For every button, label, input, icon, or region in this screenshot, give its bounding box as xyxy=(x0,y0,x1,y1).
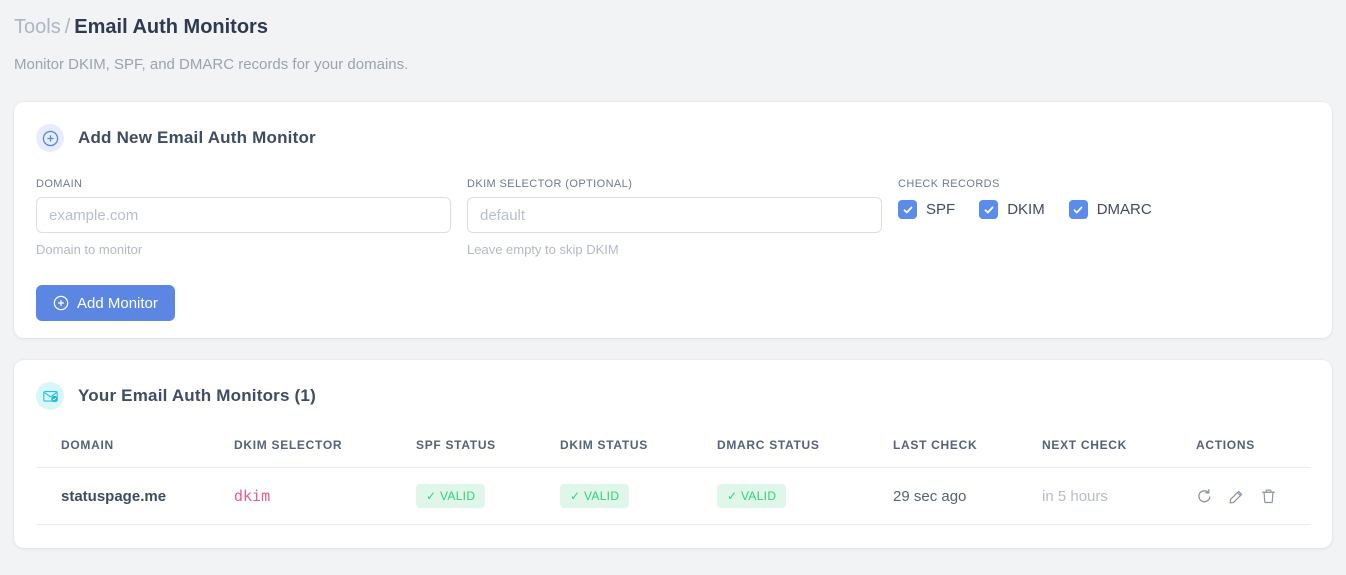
dmarc-checkbox-item[interactable]: DMARC xyxy=(1068,200,1152,219)
add-monitor-card-header: Add New Email Auth Monitor xyxy=(36,124,1310,152)
dmarc-status-badge: ✓ VALID xyxy=(717,484,787,508)
dkim-checkbox-item[interactable]: DKIM xyxy=(979,200,1045,219)
check-records-group: CHECK RECORDS SPF DKIM DMARC xyxy=(898,178,1310,257)
dkim-selector-field-label: DKIM SELECTOR (OPTIONAL) xyxy=(467,178,633,190)
monitors-card-title: Your Email Auth Monitors (1) xyxy=(78,386,316,405)
spf-checkbox-label: SPF xyxy=(926,201,956,218)
col-header-domain: DOMAIN xyxy=(36,430,234,468)
check-records-label: CHECK RECORDS xyxy=(898,178,1000,190)
monitor-row: statuspage.me dkim ✓ VALID ✓ VALID ✓ VAL… xyxy=(36,467,1310,525)
page-subtitle: Monitor DKIM, SPF, and DMARC records for… xyxy=(14,56,409,73)
col-header-actions: ACTIONS xyxy=(1196,430,1310,468)
dkim-status-badge: ✓ VALID xyxy=(560,484,630,508)
breadcrumb-tools-link[interactable]: Tools xyxy=(14,16,61,38)
monitor-actions xyxy=(1196,488,1302,505)
plus-circle-icon xyxy=(53,295,69,311)
refresh-icon[interactable] xyxy=(1196,488,1213,505)
delete-icon[interactable] xyxy=(1260,488,1277,505)
spf-status-badge: ✓ VALID xyxy=(416,484,486,508)
domain-field-label: DOMAIN xyxy=(36,178,83,190)
spf-checkbox-item[interactable]: SPF xyxy=(898,200,955,219)
monitors-card: Your Email Auth Monitors (1) DOMAIN DKIM… xyxy=(14,360,1332,548)
dmarc-checkbox-label: DMARC xyxy=(1096,201,1152,218)
add-monitor-card-title: Add New Email Auth Monitor xyxy=(78,128,316,147)
add-monitor-form: DOMAIN Domain to monitor DKIM SELECTOR (… xyxy=(36,178,1310,257)
col-header-dkim-selector: DKIM SELECTOR xyxy=(234,430,416,468)
add-monitor-button-label: Add Monitor xyxy=(77,294,158,312)
breadcrumb: Tools / Email Auth Monitors xyxy=(14,14,1332,40)
add-monitor-card: Add New Email Auth Monitor DOMAIN Domain… xyxy=(14,102,1332,338)
dkim-checkbox-label: DKIM xyxy=(1007,201,1045,218)
monitor-domain: statuspage.me xyxy=(36,467,234,525)
domain-input[interactable] xyxy=(36,197,451,233)
add-monitor-button[interactable]: Add Monitor xyxy=(36,285,175,321)
plus-circle-icon xyxy=(36,124,64,152)
page-title: Email Auth Monitors xyxy=(74,16,268,38)
monitors-table: DOMAIN DKIM SELECTOR SPF STATUS DKIM STA… xyxy=(36,430,1310,525)
dkim-checkbox[interactable] xyxy=(979,200,999,219)
monitors-card-header: Your Email Auth Monitors (1) xyxy=(36,382,1310,410)
domain-field-group: DOMAIN Domain to monitor xyxy=(36,178,451,257)
edit-icon[interactable] xyxy=(1228,488,1245,505)
spf-checkbox[interactable] xyxy=(898,200,917,219)
col-header-spf-status: SPF STATUS xyxy=(416,430,560,468)
check-records-options: SPF DKIM DMARC xyxy=(898,200,1310,219)
monitor-last-check: 29 sec ago xyxy=(893,467,1042,525)
domain-field-hint: Domain to monitor xyxy=(36,242,143,257)
monitor-next-check: in 5 hours xyxy=(1042,467,1196,525)
dmarc-checkbox[interactable] xyxy=(1068,200,1088,219)
dkim-selector-field-hint: Leave empty to skip DKIM xyxy=(467,242,619,257)
email-auth-monitors-page: Tools / Email Auth Monitors Monitor DKIM, … xyxy=(0,0,1346,548)
monitor-dkim-selector: dkim xyxy=(234,467,416,525)
monitors-table-header-row: DOMAIN DKIM SELECTOR SPF STATUS DKIM STA… xyxy=(36,430,1310,468)
col-header-next-check: NEXT CHECK xyxy=(1042,430,1196,468)
dkim-selector-input[interactable] xyxy=(467,197,882,233)
col-header-dkim-status: DKIM STATUS xyxy=(560,430,717,468)
dkim-selector-field-group: DKIM SELECTOR (OPTIONAL) Leave empty to … xyxy=(467,178,882,257)
col-header-dmarc-status: DMARC STATUS xyxy=(717,430,893,468)
col-header-last-check: LAST CHECK xyxy=(893,430,1042,468)
breadcrumb-separator: / xyxy=(64,16,71,38)
email-check-icon xyxy=(36,382,64,410)
